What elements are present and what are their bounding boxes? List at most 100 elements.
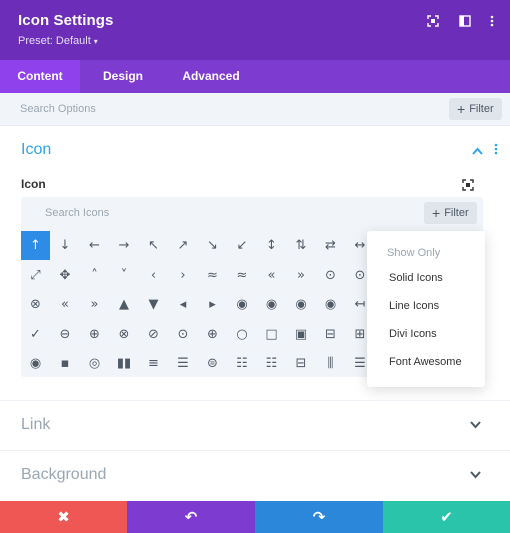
icon-option[interactable]: ⇅ <box>287 231 316 260</box>
section-title-icon[interactable]: Icon <box>21 141 51 159</box>
icon-option[interactable]: ⊟ <box>287 349 316 377</box>
icon-option[interactable]: ◉ <box>257 290 286 319</box>
icon-option[interactable]: ✓ <box>21 320 50 349</box>
icon-option[interactable]: ✥ <box>51 261 80 290</box>
icon-option[interactable]: ‹ <box>139 261 168 290</box>
undo-button[interactable]: ↶ <box>127 501 255 533</box>
icon-option[interactable]: ○ <box>228 320 257 349</box>
icon-option[interactable]: ▣ <box>287 320 316 349</box>
divider <box>0 450 510 451</box>
section-title-link[interactable]: Link <box>21 416 50 434</box>
tab-bar: Content Design Advanced <box>0 60 510 93</box>
icon-option[interactable]: ≡ <box>139 349 168 377</box>
icon-option[interactable]: ⊕ <box>80 320 109 349</box>
filter-button[interactable]: + Filter <box>449 98 502 120</box>
icon-option[interactable]: ˄ <box>80 261 109 290</box>
modal-header: Icon Settings Preset: Default ▾ <box>0 0 510 60</box>
section-menu-icon[interactable] <box>494 143 498 158</box>
caret-down-icon: ▾ <box>93 37 98 46</box>
show-only-dropdown: Show Only Solid Icons Line Icons Divi Ic… <box>367 231 485 387</box>
option-line-icons[interactable]: Line Icons <box>389 300 439 312</box>
more-options-icon[interactable] <box>483 12 501 30</box>
icon-option[interactable]: ⊗ <box>110 320 139 349</box>
icon-option[interactable]: ◎ <box>80 349 109 377</box>
redo-icon: ↷ <box>312 509 326 526</box>
chevron-down-icon[interactable] <box>470 420 481 432</box>
undo-icon: ↶ <box>184 509 198 526</box>
option-divi-icons[interactable]: Divi Icons <box>389 328 437 340</box>
icon-option[interactable]: ☰ <box>169 349 198 377</box>
icon-option[interactable]: ↘ <box>198 231 227 260</box>
icon-option[interactable]: ⊙ <box>316 261 345 290</box>
dropdown-heading: Show Only <box>387 247 441 259</box>
icon-option[interactable]: » <box>287 261 316 290</box>
save-button[interactable]: ✔ <box>383 501 510 533</box>
icon-option[interactable]: ⊜ <box>198 349 227 377</box>
icon-option[interactable]: ↙ <box>228 231 257 260</box>
icon-option[interactable]: ☷ <box>228 349 257 377</box>
search-icons-input[interactable]: Search Icons <box>45 207 109 219</box>
icon-option[interactable]: ⊖ <box>51 320 80 349</box>
icon-option[interactable]: ≈ <box>228 261 257 290</box>
icon-option[interactable]: ↓ <box>51 231 80 260</box>
icon-option[interactable]: ⊘ <box>139 320 168 349</box>
icon-option[interactable]: ⊙ <box>169 320 198 349</box>
icon-option[interactable]: ◉ <box>21 349 50 377</box>
icon-option[interactable]: ↖ <box>139 231 168 260</box>
selected-icon-option[interactable]: ↑ <box>21 231 50 260</box>
icon-option[interactable]: □ <box>257 320 286 349</box>
modal-title: Icon Settings <box>18 12 114 29</box>
chevron-up-icon[interactable] <box>472 143 483 158</box>
tab-design[interactable]: Design <box>93 60 153 93</box>
icon-option[interactable]: ◉ <box>287 290 316 319</box>
icon-option[interactable]: ⫼ <box>316 349 345 377</box>
icon-filter-label: Filter <box>444 207 469 219</box>
icon-option[interactable]: ▪ <box>51 349 80 377</box>
discard-button[interactable]: ✖ <box>0 501 127 533</box>
search-options-input[interactable]: Search Options <box>20 103 96 115</box>
icon-option[interactable]: ← <box>80 231 109 260</box>
icon-option[interactable]: ▼ <box>139 290 168 319</box>
icon-option[interactable]: ▮▮ <box>110 349 139 377</box>
icon-option[interactable]: ◂ <box>169 290 198 319</box>
redo-button[interactable]: ↷ <box>255 501 383 533</box>
preset-selector[interactable]: Preset: Default ▾ <box>18 35 98 47</box>
icon-grid: ↑ ↓ ← → ↖ ↗ ↘ ↙ ↕ ⇅ ⇄ ↔ ⤢ ✥ ˄ ˅ ‹ › ≈ ≈ «» ⊙ ⊙ ⊗ «» ▲ ▼ ◂ ▸ ◉ ◉ ◉ ◉ ↤ ✓ ⊖ ⊕ ⊗… <box>21 231 381 377</box>
search-options-bar: Search Options + Filter <box>0 93 510 126</box>
icon-option[interactable]: ⊕ <box>198 320 227 349</box>
icon-option[interactable]: ◉ <box>316 290 345 319</box>
icon-option[interactable]: « <box>51 290 80 319</box>
icon-option[interactable]: ↗ <box>169 231 198 260</box>
preset-label: Preset: Default <box>18 35 91 47</box>
option-solid-icons[interactable]: Solid Icons <box>389 272 443 284</box>
icon-option[interactable]: ▸ <box>198 290 227 319</box>
tab-content[interactable]: Content <box>0 60 80 93</box>
fullscreen-icon[interactable] <box>424 12 442 30</box>
icon-option[interactable]: ˅ <box>110 261 139 290</box>
plus-icon: + <box>457 101 466 117</box>
option-font-awesome[interactable]: Font Awesome <box>389 356 462 368</box>
icon-option[interactable]: » <box>80 290 109 319</box>
icon-option[interactable]: › <box>169 261 198 290</box>
icon-option[interactable]: ⊟ <box>316 320 345 349</box>
icon-option[interactable]: ▲ <box>110 290 139 319</box>
icon-option[interactable]: → <box>110 231 139 260</box>
icon-option[interactable]: ↕ <box>257 231 286 260</box>
divider <box>0 400 510 401</box>
chevron-down-icon[interactable] <box>470 470 481 482</box>
icon-filter-button[interactable]: + Filter <box>424 202 477 224</box>
icon-option[interactable]: ⇄ <box>316 231 345 260</box>
filter-label: Filter <box>469 103 494 115</box>
icon-option[interactable]: ⤢ <box>21 261 50 290</box>
plus-icon: + <box>432 205 441 221</box>
icon-option[interactable]: ☷ <box>257 349 286 377</box>
section-title-background[interactable]: Background <box>21 466 106 484</box>
sidebar-toggle-icon[interactable] <box>456 12 474 30</box>
icon-option[interactable]: ◉ <box>228 290 257 319</box>
check-icon: ✔ <box>440 509 453 526</box>
icon-option[interactable]: « <box>257 261 286 290</box>
focus-mode-icon[interactable] <box>462 178 474 191</box>
icon-option[interactable]: ⊗ <box>21 290 50 319</box>
tab-advanced[interactable]: Advanced <box>176 60 246 93</box>
icon-option[interactable]: ≈ <box>198 261 227 290</box>
